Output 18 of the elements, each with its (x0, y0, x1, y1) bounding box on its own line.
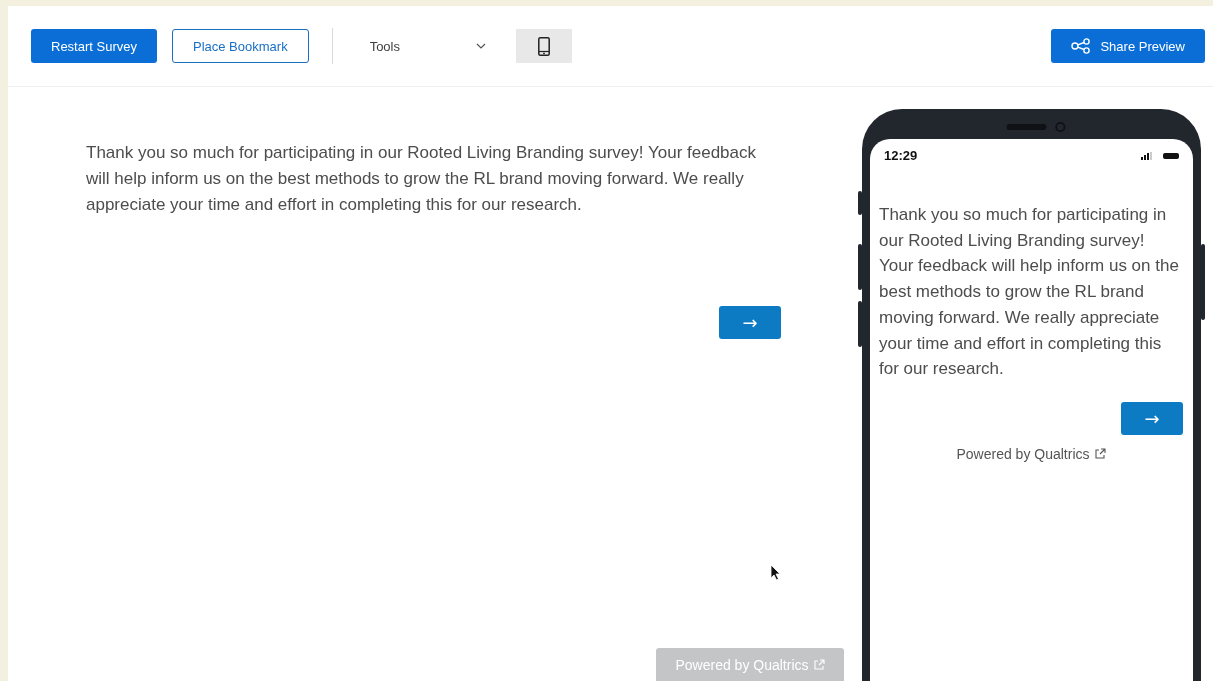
mobile-view-toggle[interactable] (515, 29, 572, 63)
chevron-down-icon (475, 43, 486, 49)
tools-dropdown[interactable]: Tools (355, 29, 492, 63)
phone-icon (537, 36, 550, 56)
restart-survey-button[interactable]: Restart Survey (31, 29, 157, 63)
place-bookmark-button[interactable]: Place Bookmark (172, 29, 309, 63)
share-icon (1071, 38, 1092, 54)
share-preview-button[interactable]: Share Preview (1051, 29, 1205, 63)
status-icons (1141, 151, 1179, 160)
survey-message: Thank you so much for participating in our Rooted Living Branding survey! Your feedback will help inform us on the best methods to grow the RL brand moving forward. We really appreciate your time and effort in completing this for our research. (86, 142, 757, 216)
external-link-icon (1093, 447, 1106, 460)
status-time: 12:29 (884, 148, 918, 163)
powered-by-qualtrics-link[interactable]: Powered by Qualtrics (879, 444, 1183, 463)
mouse-cursor-icon (770, 564, 781, 581)
external-link-icon (812, 658, 825, 671)
next-button[interactable]: → (719, 306, 781, 339)
next-button[interactable]: → (1121, 401, 1183, 435)
survey-message: Thank you so much for participating in our Rooted Living Branding survey! Your feedback will help inform us on the best methods to grow the RL brand moving forward. We really appreciate your time and effort in completing this for our research. (879, 204, 1180, 381)
